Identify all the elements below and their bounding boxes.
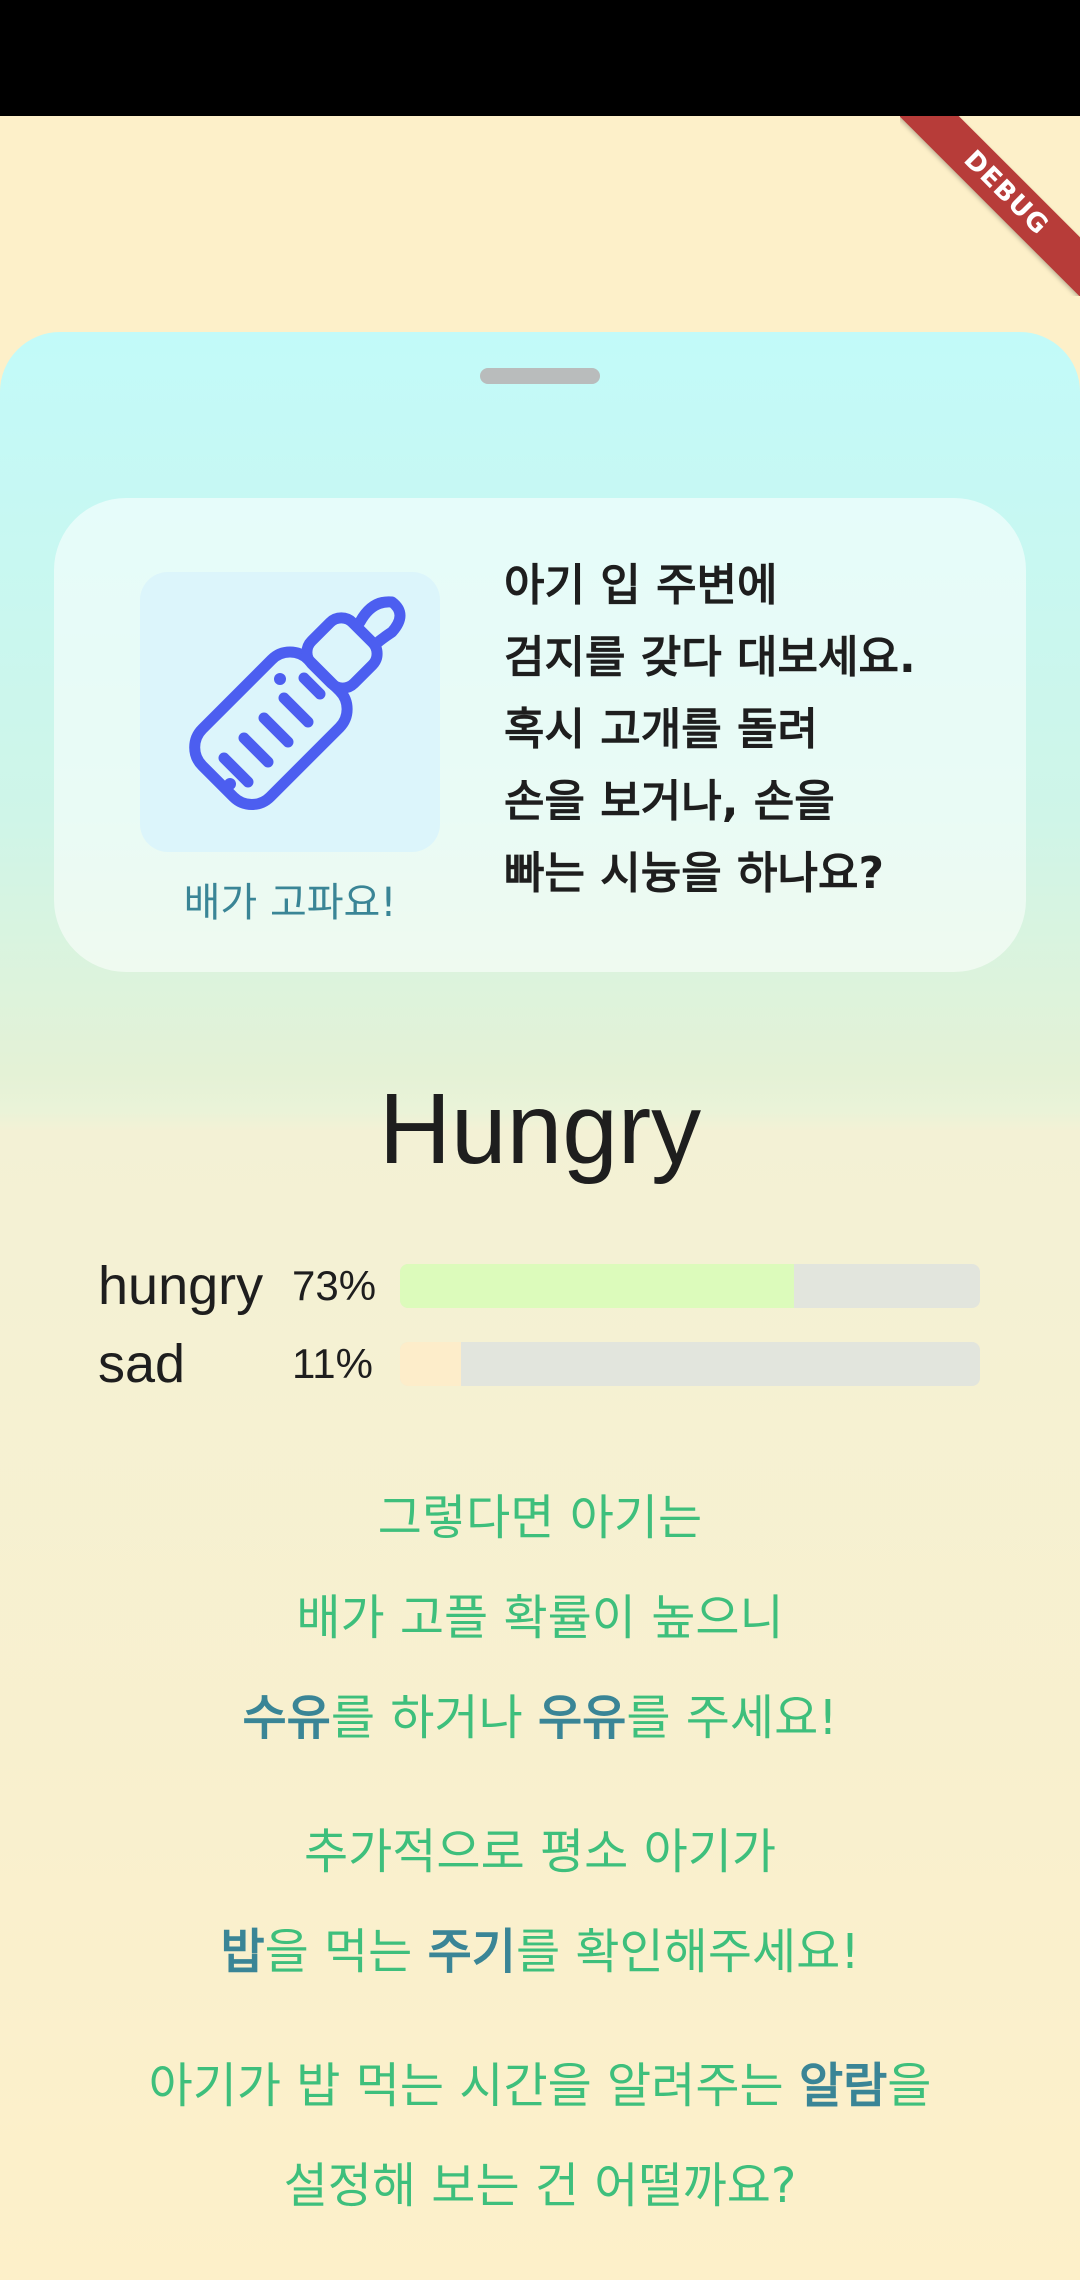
advice-line: 추가적으로 평소 아기가 — [303, 1824, 777, 1880]
instruction-line: 검지를 갖다 대보세요. — [504, 632, 916, 683]
debug-label: DEBUG — [900, 116, 1080, 296]
probability-bar-track — [400, 1264, 980, 1308]
advice-line: 밥을 먹는 주기를 확인해주세요! — [0, 1912, 1080, 1982]
advice-text: 을 — [887, 2058, 932, 2114]
instruction-line: 손을 보거나, 손을 — [504, 776, 835, 827]
instruction-line: 아기 입 주변에 — [504, 560, 778, 611]
instruction-card: 배가 고파요! 아기 입 주변에 검지를 갖다 대보세요. 혹시 고개를 돌려 … — [54, 498, 1026, 972]
probability-row-sad: sad 11% — [98, 1334, 998, 1394]
advice-text: 를 하거나 — [330, 1690, 538, 1746]
instruction-text: 아기 입 주변에 검지를 갖다 대보세요. 혹시 고개를 돌려 손을 보거나, … — [504, 550, 1004, 910]
advice-text: 을 먹는 — [264, 1924, 428, 1980]
probability-row-hungry: hungry 73% — [98, 1256, 998, 1316]
advice-line: 아기가 밥 먹는 시간을 알려주는 알람을 — [0, 2046, 1080, 2116]
advice-keyword: 밥 — [220, 1924, 265, 1980]
advice-keyword: 알람 — [798, 2058, 888, 2114]
probability-bar-fill — [400, 1342, 461, 1386]
advice-keyword: 주기 — [427, 1924, 516, 1980]
result-bottom-sheet[interactable]: 배가 고파요! 아기 입 주변에 검지를 갖다 대보세요. 혹시 고개를 돌려 … — [0, 332, 1080, 2280]
icon-caption: 배가 고파요! — [183, 880, 397, 926]
advice-keyword: 수유 — [242, 1690, 331, 1746]
icon-box — [140, 572, 440, 852]
debug-banner: DEBUG — [900, 116, 1080, 296]
advice-line: 그렇다면 아기는 — [377, 1490, 703, 1546]
advice-line: 배가 고플 확률이 높으니 — [296, 1590, 784, 1646]
instruction-line: 빠는 시늉을 하나요? — [504, 848, 884, 899]
advice-text: 를 주세요! — [626, 1690, 838, 1746]
probability-value: 73% — [292, 1262, 377, 1309]
probability-label: hungry — [98, 1256, 264, 1316]
advice-keyword: 우유 — [538, 1690, 627, 1746]
advice-line: 수유를 하거나 우유를 주세요! — [0, 1678, 1080, 1748]
advice-text: 를 확인해주세요! — [515, 1924, 860, 1980]
advice-line: 설정해 보는 건 어떨까요? — [283, 2158, 797, 2214]
probability-bar-track — [400, 1342, 980, 1386]
baby-bottle-icon — [189, 596, 406, 810]
status-bar — [0, 0, 1080, 116]
probability-label: sad — [98, 1334, 186, 1394]
result-title: Hungry — [378, 1073, 702, 1185]
probability-value: 11% — [292, 1340, 373, 1387]
drag-handle[interactable] — [480, 368, 600, 384]
instruction-line: 혹시 고개를 돌려 — [504, 704, 818, 755]
probability-bar-fill — [400, 1264, 795, 1308]
advice-text: 아기가 밥 먹는 시간을 알려주는 — [148, 2058, 799, 2114]
